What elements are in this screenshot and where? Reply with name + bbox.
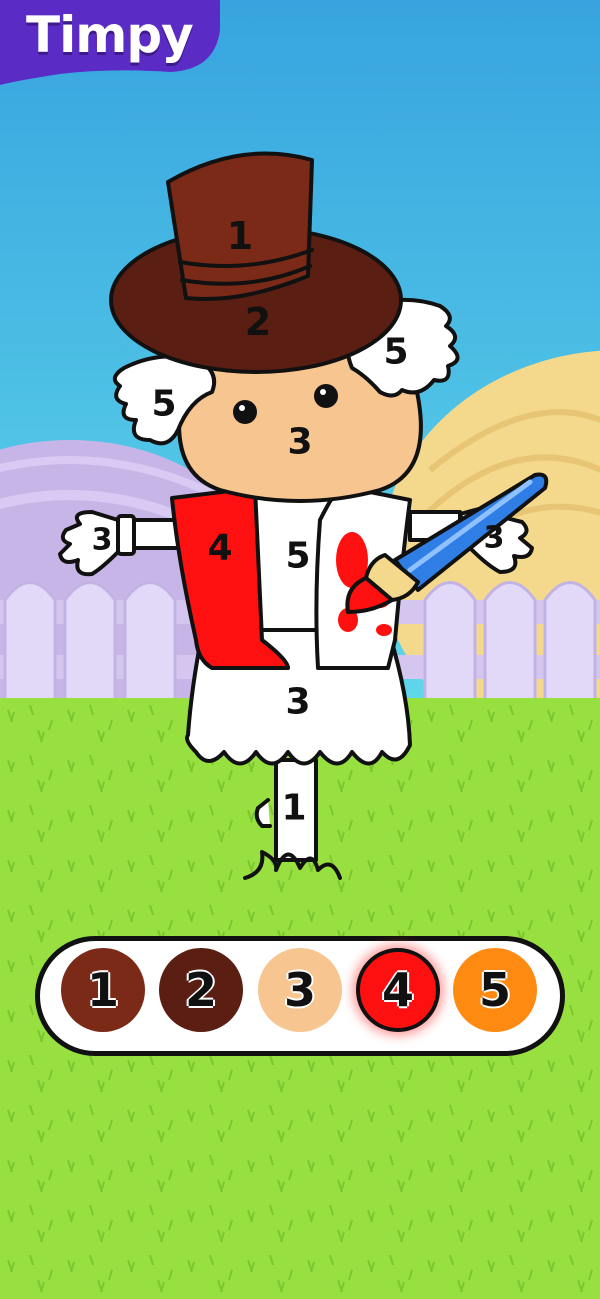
label-hat-brim: 2 [245,300,271,344]
label-hat-top: 1 [227,214,253,258]
arm-left [116,514,180,556]
swatch-number: 2 [184,963,217,1017]
swatch-number: 5 [478,963,511,1017]
label-skirt: 3 [285,682,310,723]
coloring-canvas[interactable]: 1 2 5 5 3 3 3 4 5 3 1 [0,0,600,1299]
label-pole: 1 [281,788,306,829]
color-swatch-4[interactable]: 4 [356,948,440,1032]
label-shirt-center: 5 [285,536,310,577]
color-swatch-3[interactable]: 3 [258,948,342,1032]
color-swatch-1[interactable]: 1 [61,948,145,1032]
swatch-number: 1 [86,963,119,1017]
swatch-number: 3 [283,963,316,1017]
label-scarf-left: 4 [207,528,232,569]
color-swatch-2[interactable]: 2 [159,948,243,1032]
eye-left [233,400,257,424]
label-hand-left: 3 [92,523,113,558]
label-hair-right: 5 [383,332,408,373]
label-hair-left: 5 [151,384,176,425]
label-face: 3 [287,422,312,463]
color-swatch-5[interactable]: 5 [453,948,537,1032]
label-hand-right: 3 [484,521,505,556]
swatch-number: 4 [381,963,414,1017]
brand-logo: Timpy [0,0,220,80]
logo-text: Timpy [26,6,194,64]
eye-right [314,384,338,408]
